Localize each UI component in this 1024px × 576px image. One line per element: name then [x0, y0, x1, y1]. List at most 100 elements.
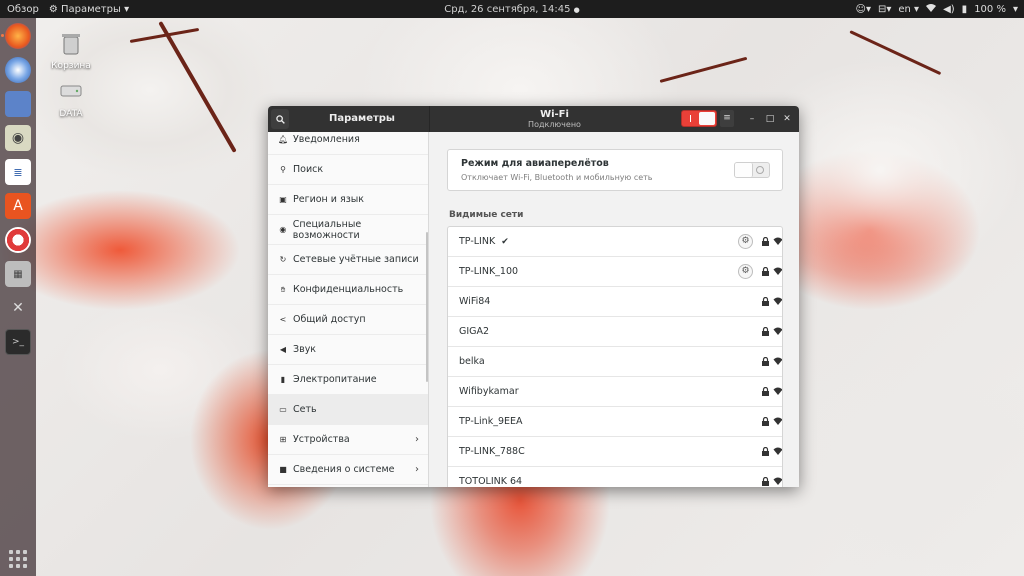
sidebar-item-power[interactable]: ▮ Электропитание [268, 365, 428, 395]
network-name: TP-Link_9EEA [459, 416, 523, 427]
camera-icon: ▣ [279, 195, 287, 204]
header-bar: Параметры Wi-Fi Подключено ≡ – □ ✕ [268, 106, 799, 132]
sidebar-scrollbar[interactable] [426, 232, 428, 382]
network-settings-button[interactable]: ⚙ [738, 264, 753, 279]
network-row[interactable]: TOTOLINK 64 [448, 467, 782, 487]
sidebar-item-label: Специальные возможности [292, 218, 362, 241]
language-indicator[interactable]: en ▾ [898, 4, 919, 15]
search-icon: ⚲ [280, 165, 286, 174]
network-row[interactable]: belka [448, 347, 782, 377]
wifi-signal-icon [773, 387, 782, 395]
files-icon[interactable] [5, 91, 31, 117]
sidebar-item-search[interactable]: ⚲ Поиск [268, 155, 428, 185]
settings-app-icon[interactable]: ▦ [5, 261, 31, 287]
sidebar-item-label: Сеть [293, 404, 317, 415]
sidebar-item-sound[interactable]: ◀ Звук [268, 335, 428, 365]
tools-icon[interactable]: ✕ [5, 295, 31, 321]
sidebar-item-accessibility[interactable]: ◉ Специальные возможности [268, 215, 428, 245]
menu-button[interactable]: ≡ [720, 110, 734, 127]
network-row[interactable]: TP-LINK_100 ⚙ [448, 257, 782, 287]
accessibility-icon[interactable]: ☺▾ [856, 4, 871, 15]
desktop-data-drive[interactable]: DATA [41, 78, 101, 119]
maximize-icon: □ [765, 114, 775, 124]
terminal-icon[interactable]: >_ [5, 329, 31, 355]
wifi-switch[interactable] [681, 110, 717, 127]
network-name: GIGA2 [459, 326, 490, 337]
search-button[interactable] [271, 109, 289, 129]
airplane-mode-label: Режим для авиаперелётов [461, 158, 609, 169]
network-settings-button[interactable]: ⚙ [738, 234, 753, 249]
language-label: en [898, 3, 911, 15]
software-center-icon[interactable]: A [5, 193, 31, 219]
battery-icon[interactable]: ▮ [962, 4, 968, 15]
lock-icon [762, 357, 769, 366]
accessibility-icon: ◉ [279, 225, 287, 234]
network-row[interactable]: WiFi84 [448, 287, 782, 317]
sidebar-title: Параметры [329, 113, 395, 124]
network-name: TOTOLINK 64 [459, 476, 523, 487]
sidebar-item-label: Уведомления [293, 134, 360, 145]
thunderbird-icon[interactable] [5, 57, 31, 83]
share-icon: < [279, 315, 287, 324]
network-row[interactable]: TP-LINK_788C [448, 437, 782, 467]
sidebar-item-notifications[interactable]: 🔔︎ Уведомления [268, 132, 428, 155]
gear-icon: ⚙ [48, 3, 58, 15]
firefox-icon[interactable] [5, 23, 31, 49]
settings-window: Параметры Wi-Fi Подключено ≡ – □ ✕ 🔔︎ Уве… [268, 106, 799, 487]
maximize-button[interactable]: □ [763, 112, 777, 126]
airplane-mode-description: Отключает Wi-Fi, Bluetooth и мобильную с… [461, 173, 653, 182]
notification-dot-icon: ● [573, 5, 580, 14]
sidebar-item-label: Сведения о системе [293, 464, 395, 475]
lock-icon [762, 387, 769, 396]
network-row[interactable]: GIGA2 [448, 317, 782, 347]
connected-check-icon: ✔ [501, 236, 509, 247]
switch-knob [735, 163, 753, 177]
network-row[interactable]: Wifibykamar [448, 377, 782, 407]
lock-icon [762, 237, 769, 246]
network-name: Wifibykamar [459, 386, 519, 397]
sidebar-item-sharing[interactable]: < Общий доступ [268, 305, 428, 335]
sidebar-item-label: Общий доступ [293, 314, 366, 325]
bell-icon: 🔔︎ [278, 135, 289, 144]
battery-percent[interactable]: 100 % [974, 4, 1006, 15]
close-button[interactable]: ✕ [780, 112, 794, 126]
lock-icon [762, 297, 769, 306]
info-icon: ■ [279, 465, 287, 474]
speaker-icon: ◀ [279, 345, 287, 354]
sidebar-item-region[interactable]: ▣ Регион и язык [268, 185, 428, 215]
volume-icon[interactable]: ◀) [943, 4, 955, 15]
minimize-button[interactable]: – [745, 112, 759, 126]
app-menu-button[interactable]: ⚙ Параметры ▾ [49, 4, 129, 15]
airplane-mode-switch[interactable] [734, 162, 770, 178]
sidebar-item-devices[interactable]: ⊞ Устройства › [268, 425, 428, 455]
panel-title-text: Wi-Fi [540, 109, 569, 120]
caret-down-icon[interactable]: ▾ [1013, 4, 1018, 15]
network-status-icon[interactable]: ⊟▾ [878, 4, 891, 15]
airplane-mode-row: Режим для авиаперелётов Отключает Wi-Fi,… [447, 149, 783, 191]
dock: ◉ ≣ A ▦ ✕ >_ [0, 18, 36, 576]
sidebar-item-online-accounts[interactable]: ↻ Сетевые учётные записи [268, 245, 428, 275]
settings-sidebar: 🔔︎ Уведомления ⚲ Поиск ▣ Регион и язык ◉ Спе… [268, 132, 429, 487]
minimize-icon: – [749, 114, 755, 124]
hand-icon: ✋︎ [280, 284, 286, 294]
drive-icon [60, 85, 82, 97]
network-row[interactable]: TP-Link_9EEA [448, 407, 782, 437]
wallpaper-branch [849, 30, 942, 76]
libreoffice-writer-icon[interactable]: ≣ [5, 159, 31, 185]
network-row[interactable]: TP-LINK ✔ ⚙ [448, 227, 782, 257]
wifi-panel: Режим для авиаперелётов Отключает Wi-Fi,… [430, 132, 799, 487]
activities-button[interactable]: Обзор [7, 4, 39, 15]
sidebar-item-network[interactable]: ▭ Сеть [268, 395, 428, 425]
sidebar-item-system-info[interactable]: ■ Сведения о системе › [268, 455, 428, 485]
wifi-status-icon[interactable] [926, 3, 937, 15]
wallpaper-branch [158, 21, 237, 153]
show-applications-icon[interactable] [9, 550, 27, 568]
lock-icon [762, 447, 769, 456]
refresh-icon: ↻ [279, 255, 287, 264]
rhythmbox-icon[interactable]: ◉ [5, 125, 31, 151]
sidebar-item-label: Конфиденциальность [293, 284, 404, 295]
desktop-trash[interactable]: Корзина [41, 30, 101, 71]
sidebar-item-privacy[interactable]: ✋︎ Конфиденциальность [268, 275, 428, 305]
clock[interactable]: Срд, 26 сентября, 14:45 [444, 4, 570, 15]
help-icon[interactable] [5, 227, 31, 253]
